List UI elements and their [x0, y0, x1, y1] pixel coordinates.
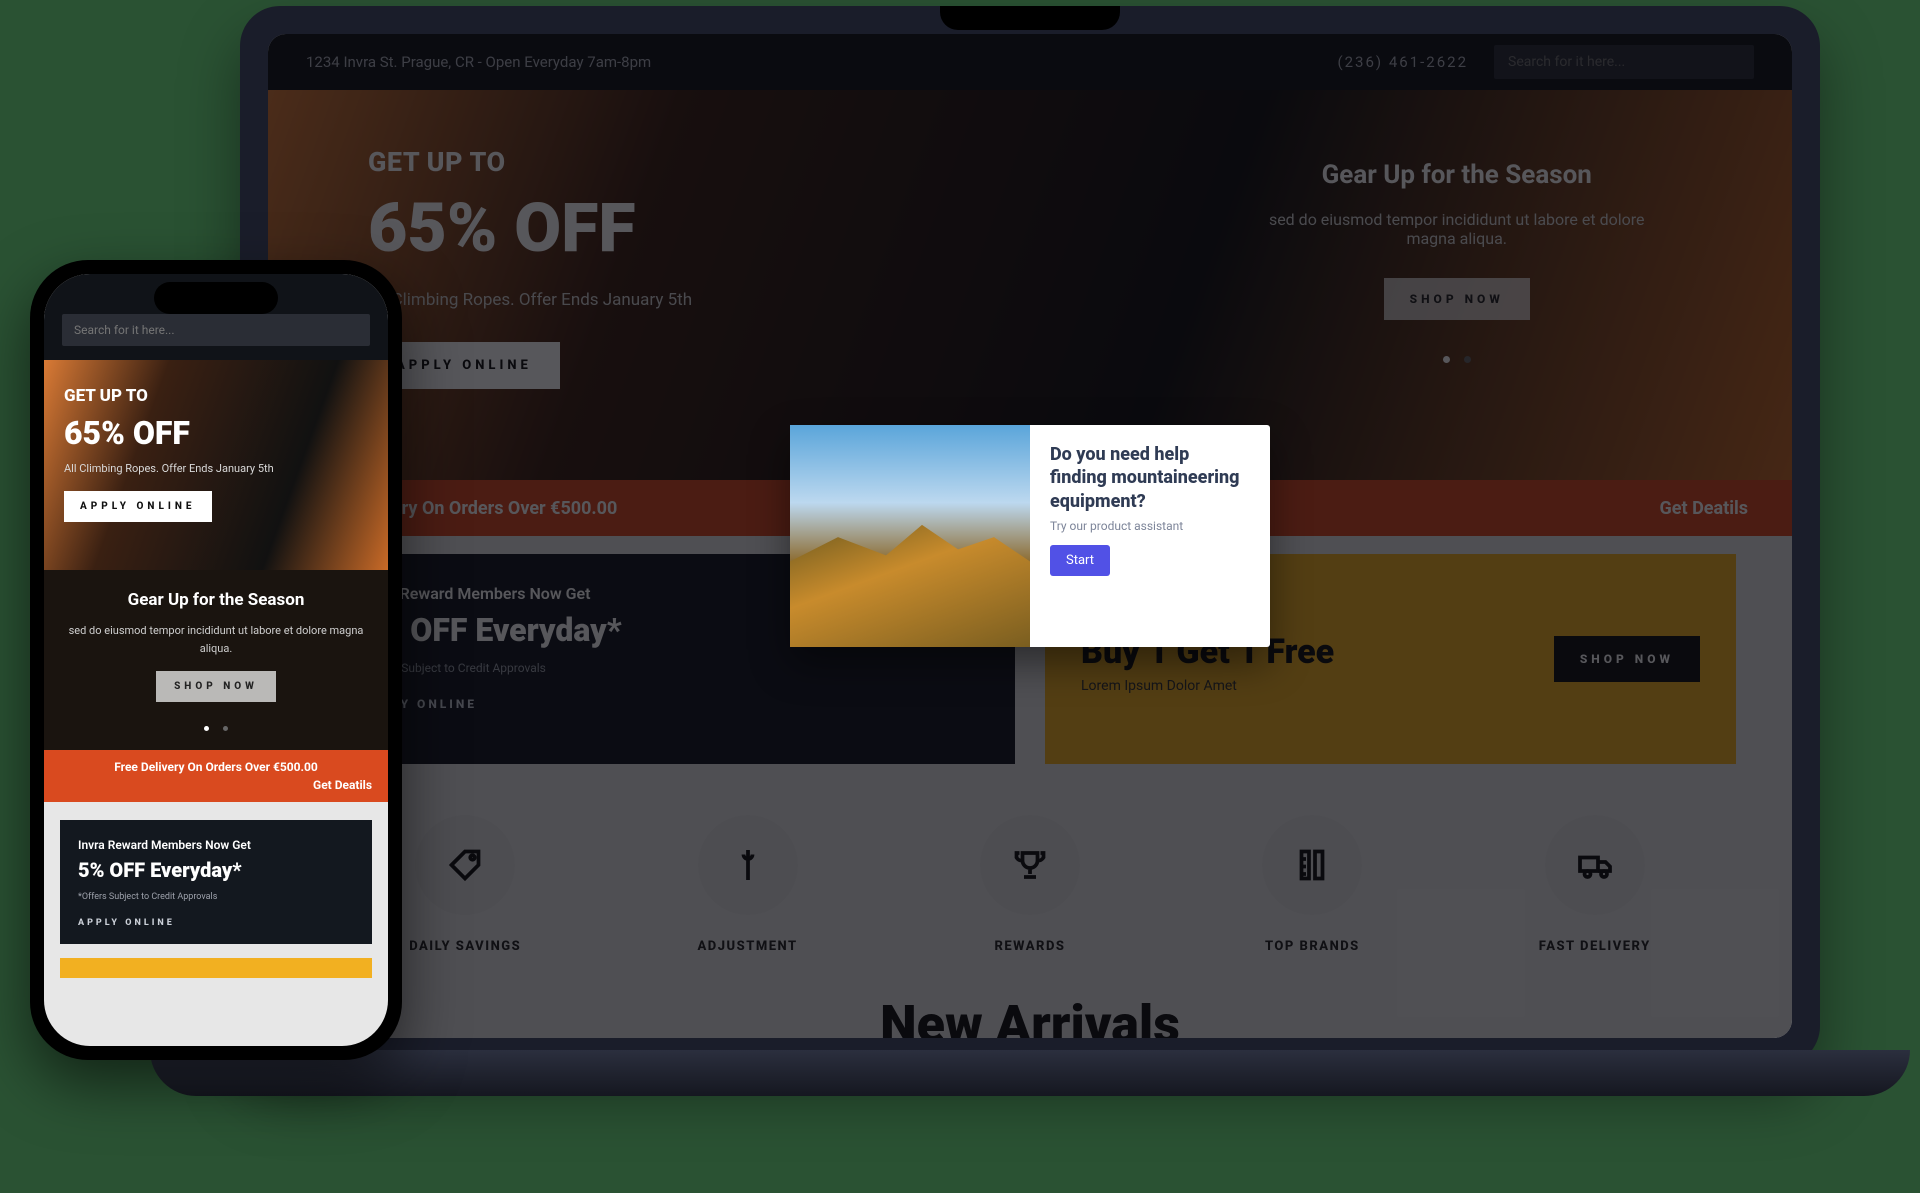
phone-search-input[interactable]: [62, 314, 370, 346]
phone-season-text: sed do eiusmod tempor incididunt ut labo…: [58, 622, 374, 657]
laptop-base: [150, 1050, 1910, 1096]
phone-dot-2[interactable]: [223, 726, 228, 731]
modal-image: [790, 425, 1030, 647]
phone-dot-1[interactable]: [204, 726, 209, 731]
phone-strip: Free Delivery On Orders Over €500.00 Get…: [44, 750, 388, 802]
phone-hero: GET UP TO 65% OFF All Climbing Ropes. Of…: [44, 360, 388, 570]
phone-screen: GET UP TO 65% OFF All Climbing Ropes. Of…: [44, 274, 388, 1046]
phone-gold-card: [60, 958, 372, 978]
phone-reward-card: Invra Reward Members Now Get 5% OFF Ever…: [60, 820, 372, 944]
modal-title: Do you need help finding mountaineering …: [1050, 443, 1250, 513]
laptop-notch: [940, 6, 1120, 30]
phone-strip-text: Free Delivery On Orders Over €500.00: [114, 760, 318, 774]
phone-hero-kicker: GET UP TO: [64, 386, 368, 406]
phone-frame: GET UP TO 65% OFF All Climbing Ropes. Of…: [30, 260, 402, 1060]
laptop-frame: 1234 Invra St. Prague, CR - Open Everyda…: [240, 6, 1820, 1066]
phone-hero-subtext: All Climbing Ropes. Offer Ends January 5…: [64, 462, 368, 475]
phone-reward-fine: *Offers Subject to Credit Approvals: [78, 892, 354, 902]
phone-strip-details[interactable]: Get Deatils: [60, 778, 372, 792]
phone-season-title: Gear Up for the Season: [58, 590, 374, 610]
assistant-modal: Do you need help finding mountaineering …: [790, 425, 1270, 647]
phone-reward-line1: Invra Reward Members Now Get: [78, 838, 354, 852]
phone-reward-apply[interactable]: APPLY ONLINE: [78, 918, 354, 928]
phone-hero-headline: 65% OFF: [64, 414, 368, 452]
phone-notch: [154, 282, 278, 314]
phone-reward-line2: 5% OFF Everyday*: [78, 858, 354, 882]
phone-season: Gear Up for the Season sed do eiusmod te…: [44, 570, 388, 750]
laptop-screen: 1234 Invra St. Prague, CR - Open Everyda…: [268, 34, 1792, 1038]
phone-dots: [58, 716, 374, 735]
modal-subtitle: Try our product assistant: [1050, 519, 1250, 533]
phone-apply-button[interactable]: APPLY ONLINE: [64, 491, 212, 522]
phone-shop-now[interactable]: SHOP NOW: [156, 671, 276, 702]
modal-start-button[interactable]: Start: [1050, 545, 1110, 576]
